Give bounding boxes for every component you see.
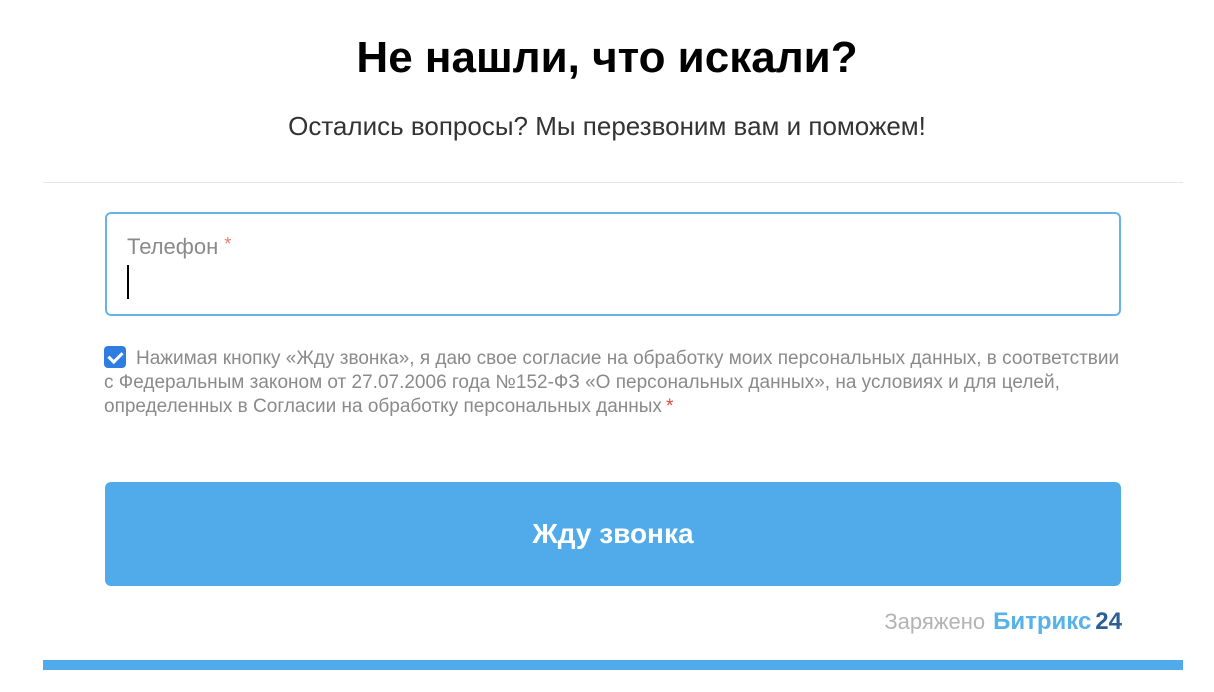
powered-by[interactable]: Заряжено Битрикс 24 [884, 608, 1122, 636]
powered-by-text: Заряжено [884, 609, 986, 634]
consent-checkbox[interactable] [104, 346, 126, 368]
consent-block: Нажимая кнопку «Жду звонка», я даю свое … [104, 346, 1124, 419]
phone-required-mark: * [224, 234, 232, 254]
divider [43, 182, 1183, 183]
text-caret [127, 265, 129, 299]
brand-logo-name: Битрикс [993, 608, 1092, 635]
phone-input[interactable] [125, 264, 1095, 300]
consent-text: Нажимая кнопку «Жду звонка», я даю свое … [104, 348, 1120, 417]
brand-logo-number: 24 [1095, 608, 1122, 635]
phone-field[interactable]: Телефон * [105, 212, 1121, 316]
page-subtitle: Остались вопросы? Мы перезвоним вам и по… [288, 111, 926, 141]
submit-button[interactable]: Жду звонка [105, 482, 1121, 586]
bottom-accent-bar [43, 660, 1183, 670]
phone-label-text: Телефон [127, 234, 219, 259]
page-title: Не нашли, что искали? [356, 33, 858, 82]
phone-label: Телефон * [127, 234, 231, 260]
consent-required-mark: * [665, 396, 674, 417]
callback-form-page: Не нашли, что искали? Остались вопросы? … [0, 0, 1214, 692]
